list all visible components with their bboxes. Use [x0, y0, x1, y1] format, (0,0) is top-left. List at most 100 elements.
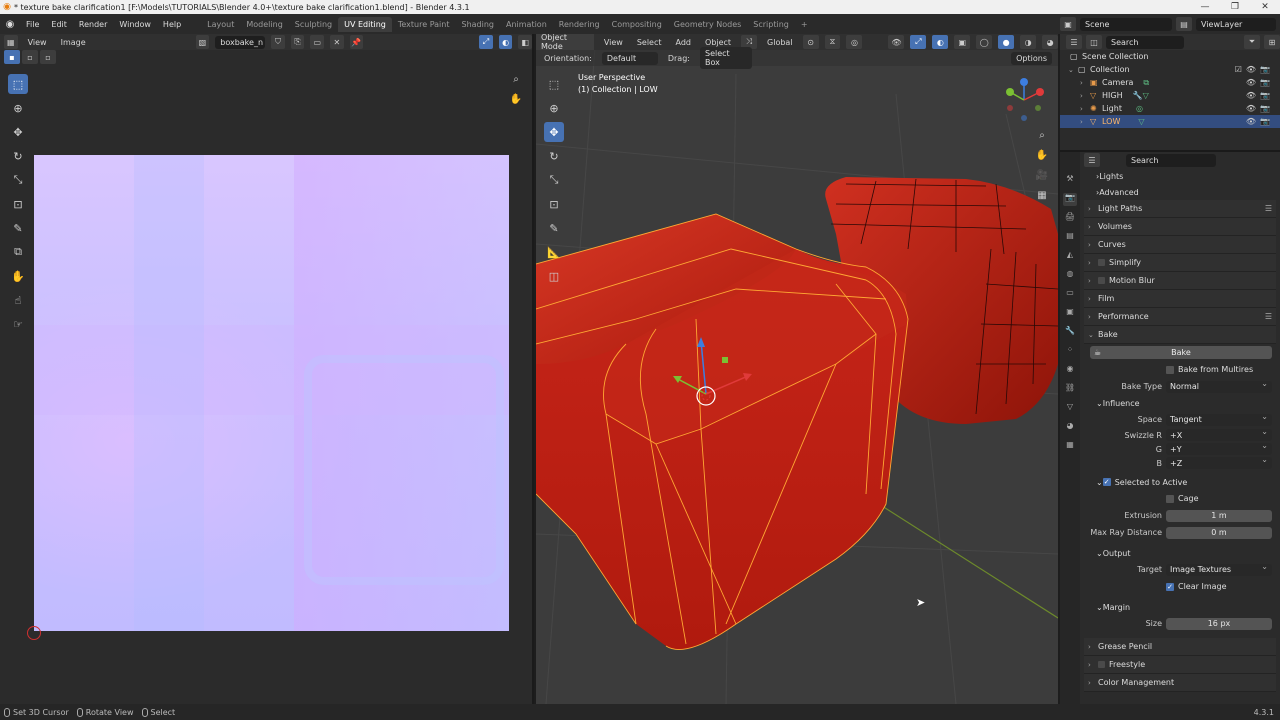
select-box-tool-icon[interactable]: ⬚ [8, 74, 28, 94]
world-tab-icon[interactable]: ◍ [1063, 269, 1077, 282]
cursor-tool-icon[interactable]: ⊕ [8, 98, 28, 118]
collection-tab-icon[interactable]: ▭ [1063, 288, 1077, 301]
menu-edit[interactable]: Edit [45, 20, 73, 29]
properties-search-input[interactable]: Search [1126, 153, 1216, 167]
drag-selector[interactable]: Select Box [699, 47, 752, 69]
swizzle-b-dropdown[interactable]: +Z [1166, 455, 1272, 469]
vp-menu-select[interactable]: Select [633, 37, 666, 48]
zoom-icon[interactable]: ⌕ [508, 74, 524, 90]
rotate-tool-icon[interactable]: ↻ [8, 146, 28, 166]
close-button[interactable]: ✕ [1250, 2, 1280, 12]
outliner-item-camera[interactable]: › ▣ Camera ⧉ 👁📷 [1060, 76, 1280, 89]
filter-icon[interactable]: ⏷ [1244, 35, 1260, 49]
new-image-icon[interactable]: ⎘ [290, 35, 305, 49]
add-workspace-button[interactable]: + [795, 17, 814, 32]
panel-margin[interactable]: ⌄ Margin [1084, 599, 1276, 615]
bake-button[interactable]: ☕ Bake [1090, 346, 1272, 359]
menu-help[interactable]: Help [157, 20, 187, 29]
measure-tool-icon[interactable]: 📐 [544, 242, 564, 262]
visibility-toggles-icon[interactable]: 👁📷 [1246, 104, 1274, 113]
selected-to-active-checkbox[interactable]: ✓ [1102, 478, 1111, 486]
presets-list-icon[interactable]: ☰ [1265, 204, 1272, 213]
vp-menu-object[interactable]: Object [701, 37, 735, 48]
tab-geometry-nodes[interactable]: Geometry Nodes [668, 17, 747, 32]
select-mode-subtract-icon[interactable]: ▫ [40, 50, 56, 64]
proportional-edit-icon[interactable]: ◎ [846, 35, 863, 49]
vp-menu-add[interactable]: Add [672, 37, 696, 48]
rip-tool-icon[interactable]: ⧉ [8, 242, 28, 262]
panel-simplify[interactable]: › Simplify [1084, 254, 1276, 272]
transform-orientation-selector[interactable]: Global [763, 37, 797, 48]
tab-shading[interactable]: Shading [455, 17, 500, 32]
relax-tool-icon[interactable]: ☝ [8, 290, 28, 310]
object-tab-icon[interactable]: ▣ [1063, 307, 1077, 320]
tab-scripting[interactable]: Scripting [747, 17, 795, 32]
modifier-tab-icon[interactable]: 🔧 [1063, 326, 1077, 339]
tab-texture-paint[interactable]: Texture Paint [392, 17, 456, 32]
maximize-button[interactable]: ❐ [1220, 2, 1250, 12]
scale-tool-icon[interactable]: ⤡ [544, 170, 564, 190]
motion-blur-checkbox[interactable] [1098, 277, 1105, 284]
panel-curves[interactable]: › Curves [1084, 236, 1276, 254]
visibility-toggles-icon[interactable]: 👁📷 [1246, 117, 1274, 126]
menu-file[interactable]: File [20, 20, 45, 29]
select-tool-icon[interactable]: ⬚ [544, 74, 564, 94]
fake-user-icon[interactable]: ⛉ [271, 35, 285, 49]
gizmo-toggle-icon[interactable]: ⤢ [910, 35, 927, 49]
minimize-button[interactable]: — [1190, 2, 1220, 12]
ortho-grid-icon[interactable]: ▦ [1034, 190, 1050, 206]
expand-arrow-icon[interactable]: ⌄ [1068, 66, 1078, 74]
unlink-image-icon[interactable]: ✕ [330, 35, 344, 49]
data-tab-icon[interactable]: ▽ [1063, 402, 1077, 415]
tool-tab-icon[interactable]: ⚒ [1063, 174, 1077, 187]
expand-arrow-icon[interactable]: › [1080, 79, 1090, 87]
panel-selected-to-active[interactable]: ⌄ ✓ Selected to Active [1084, 474, 1276, 490]
material-shading-icon[interactable]: ◑ [1020, 35, 1037, 49]
swizzle-g-dropdown[interactable]: +Y [1166, 441, 1272, 455]
visibility-toggles-icon[interactable]: ☑👁📷 [1235, 65, 1274, 74]
xray-icon[interactable]: ▣ [954, 35, 971, 49]
select-mode-new-icon[interactable]: ▪ [4, 50, 20, 64]
expand-arrow-icon[interactable]: › [1080, 92, 1090, 100]
uv-menu-image[interactable]: Image [57, 37, 90, 48]
texture-tab-icon[interactable]: ▦ [1063, 440, 1077, 453]
panel-output[interactable]: ⌄ Output [1084, 545, 1276, 561]
navigation-gizmo[interactable] [1002, 76, 1046, 124]
view-layer-tab-icon[interactable]: ▤ [1063, 231, 1077, 244]
uv-menu-view[interactable]: View [24, 37, 51, 48]
rendered-shading-icon[interactable]: ◕ [1042, 35, 1058, 49]
clear-image-checkbox[interactable]: ✓ [1166, 582, 1174, 591]
panel-motion-blur[interactable]: › Motion Blur [1084, 272, 1276, 290]
menu-window[interactable]: Window [113, 20, 157, 29]
bake-from-multires-option[interactable]: Bake from Multires [1084, 361, 1276, 378]
expand-arrow-icon[interactable]: › [1080, 105, 1090, 113]
select-mode-extend-icon[interactable]: ▫ [22, 50, 38, 64]
outliner-item-light[interactable]: › ✺ Light ◎ 👁📷 [1060, 102, 1280, 115]
output-tab-icon[interactable]: 🖨 [1063, 212, 1077, 225]
pan-hand-icon[interactable]: ✋ [1034, 150, 1050, 166]
uv-overlay-icon[interactable]: ⤢ [479, 35, 493, 49]
outliner-collection[interactable]: ⌄ ▢ Collection ☑👁📷 [1060, 63, 1280, 76]
overlay-toggle-icon[interactable]: ◐ [932, 35, 949, 49]
cage-option[interactable]: Cage [1084, 490, 1276, 507]
move-tool-icon[interactable]: ✥ [8, 122, 28, 142]
image-name-field[interactable]: boxbake_n [215, 35, 266, 49]
outliner-search-input[interactable]: Search [1106, 35, 1184, 49]
zoom-icon[interactable]: ⌕ [1034, 130, 1050, 146]
vp-menu-view[interactable]: View [600, 37, 627, 48]
panel-performance[interactable]: › Performance ☰ [1084, 308, 1276, 326]
rotate-tool-icon[interactable]: ↻ [544, 146, 564, 166]
options-button[interactable]: Options [1011, 51, 1052, 65]
menu-render[interactable]: Render [73, 20, 113, 29]
view-layer-selector[interactable]: ViewLayer [1196, 17, 1276, 31]
particles-tab-icon[interactable]: ⁘ [1063, 345, 1077, 358]
visibility-toggles-icon[interactable]: 👁📷 [1246, 91, 1274, 100]
outliner-scene-collection[interactable]: ▢ Scene Collection [1060, 50, 1280, 63]
pin-icon[interactable]: 📌 [349, 35, 364, 49]
bake-from-multires-checkbox[interactable] [1166, 365, 1174, 374]
visibility-icon[interactable]: 👁 [888, 35, 905, 49]
swizzle-r-dropdown[interactable]: +X [1166, 427, 1272, 441]
tab-uv-editing[interactable]: UV Editing [338, 16, 392, 32]
annotate-tool-icon[interactable]: ✎ [544, 218, 564, 238]
render-tab-icon[interactable]: 📷 [1063, 193, 1077, 206]
